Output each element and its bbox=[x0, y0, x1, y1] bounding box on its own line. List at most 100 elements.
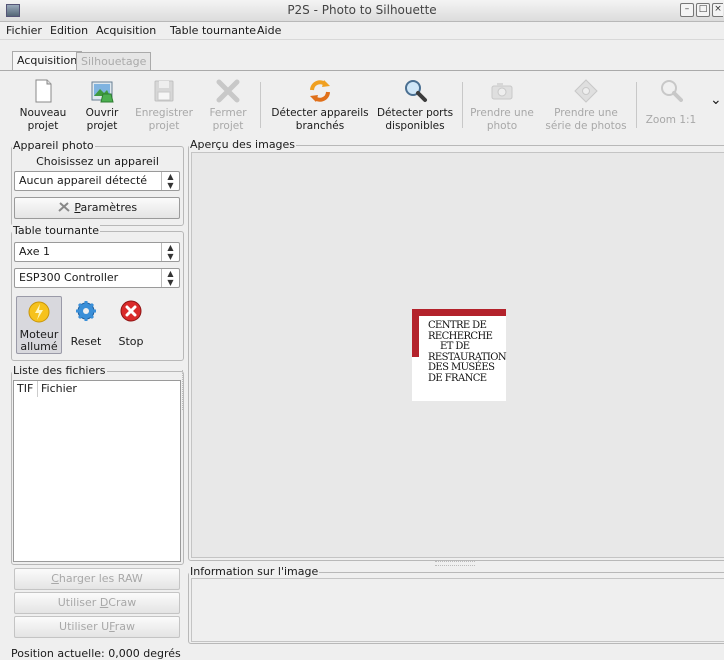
detect-devices-button[interactable]: Détecter appareils branchés bbox=[268, 76, 372, 134]
take-photo-label-1: Prendre une bbox=[470, 107, 534, 119]
file-list[interactable]: TIF Fichier bbox=[13, 380, 181, 562]
menu-aide[interactable]: Aide bbox=[257, 24, 281, 37]
gear-icon bbox=[76, 301, 96, 321]
save-project-label-1: Enregistrer bbox=[135, 107, 193, 119]
detect-devices-label-1: Détecter appareils bbox=[271, 107, 369, 119]
column-header-fichier[interactable]: Fichier bbox=[38, 381, 182, 397]
load-raw-button[interactable]: Charger les RAW bbox=[14, 568, 180, 590]
logo-red-bar-top bbox=[412, 309, 506, 316]
camera-series-icon bbox=[574, 79, 598, 103]
use-dcraw-label-rest: Craw bbox=[108, 596, 137, 609]
toolbar-separator bbox=[260, 82, 261, 128]
menu-edition[interactable]: Edition bbox=[50, 24, 88, 37]
controller-select[interactable]: ESP300 Controller ▲ ▼ bbox=[14, 268, 180, 288]
toolbar-separator bbox=[462, 82, 463, 128]
files-group-title: Liste des fichiers bbox=[12, 364, 107, 377]
logo-line: DES MUSÉES bbox=[428, 362, 495, 373]
minimize-icon[interactable]: – bbox=[680, 3, 694, 17]
axis-select[interactable]: Axe 1 ▲ ▼ bbox=[14, 242, 180, 262]
stop-label: Stop bbox=[118, 335, 144, 348]
refresh-arrows-icon bbox=[310, 80, 330, 102]
controller-value: ESP300 Controller bbox=[19, 271, 119, 284]
zoom-icon bbox=[661, 80, 683, 102]
window-title: P2S - Photo to Silhouette bbox=[287, 3, 437, 17]
close-project-label-1: Fermer bbox=[209, 107, 247, 119]
logo-red-bar-left bbox=[412, 309, 419, 357]
turntable-group-title: Table tournante bbox=[12, 224, 101, 237]
logo-text: CENTRE DE RECHERCHE ET DE RESTAURATION D… bbox=[428, 320, 507, 384]
take-photo-label-2: photo bbox=[486, 120, 518, 132]
preview-canvas[interactable]: CENTRE DE RECHERCHE ET DE RESTAURATION D… bbox=[191, 152, 724, 558]
reset-button[interactable]: Reset bbox=[66, 296, 106, 354]
menu-bar: Fichier Edition Acquisition Table tourna… bbox=[0, 21, 724, 40]
logo-line: ET DE bbox=[440, 341, 470, 352]
chevron-updown-icon: ▲ ▼ bbox=[161, 243, 179, 261]
close-project-button[interactable]: Fermer projet bbox=[206, 76, 250, 134]
take-series-button[interactable]: Prendre une série de photos bbox=[542, 76, 630, 134]
use-dcraw-button[interactable]: Utiliser DCraw bbox=[14, 592, 180, 614]
camera-group-subtitle: Choisissez un appareil bbox=[36, 155, 159, 168]
tools-icon bbox=[58, 202, 70, 212]
reset-label: Reset bbox=[70, 335, 102, 348]
maximize-icon[interactable]: □ bbox=[696, 3, 710, 17]
save-project-label-2: projet bbox=[148, 120, 180, 132]
new-project-label-1: Nouveau bbox=[19, 107, 67, 119]
close-icon[interactable]: × bbox=[712, 3, 723, 17]
status-text: Position actuelle: 0,000 degrés bbox=[11, 647, 181, 660]
toolbar-overflow-icon[interactable]: ⌄ bbox=[710, 92, 722, 108]
camera-device-value: Aucun appareil détecté bbox=[19, 174, 148, 187]
column-header-tif[interactable]: TIF bbox=[14, 381, 38, 397]
preview-group-title: Aperçu des images bbox=[189, 138, 297, 151]
take-series-label-2: série de photos bbox=[545, 120, 627, 132]
museum-logo: CENTRE DE RECHERCHE ET DE RESTAURATION D… bbox=[412, 309, 507, 401]
take-photo-button[interactable]: Prendre une photo bbox=[468, 76, 536, 134]
save-icon bbox=[154, 80, 174, 102]
toolbar-separator bbox=[636, 82, 637, 128]
load-raw-label-mnemonic: C bbox=[51, 572, 59, 585]
open-project-button[interactable]: Ouvrir projet bbox=[78, 76, 126, 134]
detect-ports-label-1: Détecter ports bbox=[376, 107, 454, 119]
chevron-updown-icon: ▲ ▼ bbox=[161, 269, 179, 287]
stop-icon bbox=[120, 300, 142, 322]
magnifier-icon bbox=[405, 80, 427, 102]
tab-acquisition[interactable]: Acquisition bbox=[12, 51, 83, 71]
tab-silhouetage: Silhouetage bbox=[76, 52, 152, 70]
close-project-label-2: projet bbox=[212, 120, 244, 132]
open-project-icon bbox=[91, 81, 114, 103]
new-project-label-2: projet bbox=[27, 120, 59, 132]
preview-splitter-handle[interactable] bbox=[435, 561, 475, 566]
take-series-label-1: Prendre une bbox=[554, 107, 618, 119]
camera-icon bbox=[491, 83, 513, 100]
new-project-button[interactable]: Nouveau projet bbox=[16, 76, 70, 134]
motor-toggle-button[interactable]: Moteur allumé bbox=[16, 296, 62, 354]
axis-value: Axe 1 bbox=[19, 245, 50, 258]
zoom-label: Zoom 1:1 bbox=[645, 114, 697, 126]
status-bar: Position actuelle: 0,000 degrés bbox=[0, 645, 724, 660]
info-area bbox=[191, 578, 724, 642]
menu-table-tournante[interactable]: Table tournante bbox=[170, 24, 256, 37]
open-project-label-2: projet bbox=[86, 120, 118, 132]
new-document-icon bbox=[35, 79, 52, 103]
tab-divider bbox=[0, 70, 724, 71]
detect-ports-button[interactable]: Détecter ports disponibles bbox=[374, 76, 456, 134]
use-ufraw-button[interactable]: Utiliser UFraw bbox=[14, 616, 180, 638]
camera-group-title: Appareil photo bbox=[12, 139, 95, 152]
stop-button[interactable]: Stop bbox=[112, 296, 150, 354]
use-dcraw-label-prefix: Utiliser bbox=[57, 596, 100, 609]
save-project-button[interactable]: Enregistrer projet bbox=[132, 76, 196, 134]
camera-settings-label-rest: aramètres bbox=[80, 201, 138, 214]
panel-splitter-handle[interactable] bbox=[182, 370, 186, 410]
menu-acquisition[interactable]: Acquisition bbox=[96, 24, 156, 37]
motor-label-2: allumé bbox=[20, 340, 58, 353]
menu-fichier[interactable]: Fichier bbox=[6, 24, 42, 37]
lightning-icon bbox=[28, 301, 50, 323]
camera-device-select[interactable]: Aucun appareil détecté ▲ ▼ bbox=[14, 171, 180, 191]
camera-settings-button[interactable]: Paramètres bbox=[14, 197, 180, 219]
open-project-label-1: Ouvrir bbox=[85, 107, 119, 119]
zoom-button[interactable]: Zoom 1:1 bbox=[644, 76, 698, 134]
logo-line: CENTRE DE bbox=[428, 320, 487, 331]
detect-devices-label-2: branchés bbox=[295, 120, 345, 132]
chevron-updown-icon: ▲ ▼ bbox=[161, 172, 179, 190]
use-ufraw-label-rest: raw bbox=[114, 620, 135, 633]
use-ufraw-label-prefix: Utiliser U bbox=[59, 620, 110, 633]
